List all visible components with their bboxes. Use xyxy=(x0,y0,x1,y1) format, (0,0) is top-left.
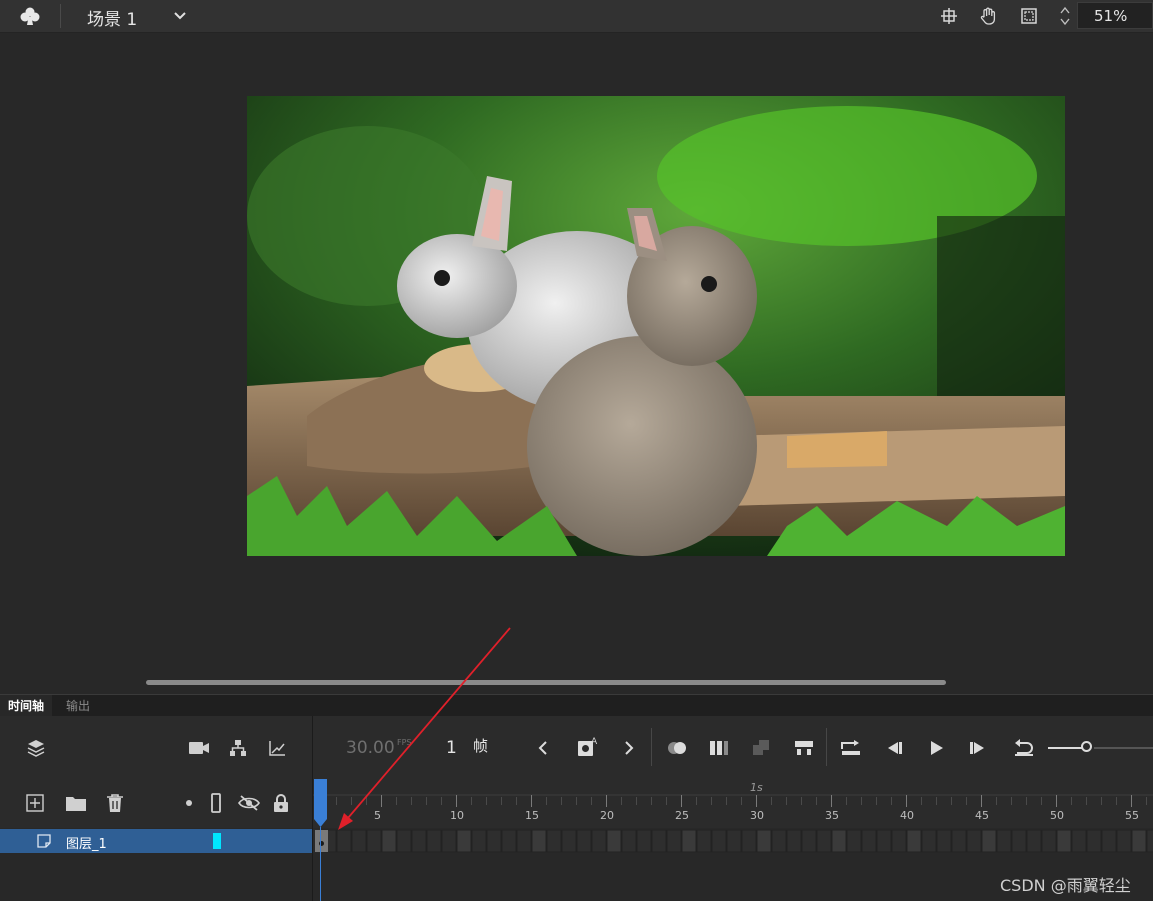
slider-track xyxy=(1094,747,1153,749)
ruler-number: 30 xyxy=(750,809,764,822)
hand-icon[interactable] xyxy=(977,4,1001,28)
divider xyxy=(60,4,61,28)
timeline-toolbar: 30.00 FPS 1 帧 A xyxy=(0,716,1153,778)
timeline-empty-area xyxy=(0,853,1153,901)
new-layer-icon[interactable] xyxy=(24,792,46,814)
step-forward-icon[interactable] xyxy=(966,737,990,759)
layer-color-swatch[interactable] xyxy=(213,833,221,849)
zoom-value: 51% xyxy=(1094,7,1128,25)
clip-icon[interactable] xyxy=(1018,5,1040,27)
tab-output[interactable]: 输出 xyxy=(58,695,98,717)
divider xyxy=(651,728,652,766)
tab-timeline[interactable]: 时间轴 xyxy=(0,695,53,717)
paste-frames-icon xyxy=(749,737,773,759)
ruler-number: 20 xyxy=(600,809,614,822)
ruler-number: 40 xyxy=(900,809,914,822)
ruler-marker-1s: 1s xyxy=(750,781,763,794)
outline-icon[interactable] xyxy=(207,792,225,814)
playhead-line xyxy=(320,827,321,901)
create-tween-icon[interactable] xyxy=(792,737,816,759)
graph-icon[interactable] xyxy=(266,737,288,759)
ruler-number: 15 xyxy=(525,809,539,822)
step-back-icon[interactable] xyxy=(882,737,906,759)
annotation-arrow xyxy=(338,627,511,830)
ruler-number: 35 xyxy=(825,809,839,822)
svg-text:A: A xyxy=(591,737,598,747)
eye-hidden-icon[interactable] xyxy=(237,792,261,814)
trash-icon[interactable] xyxy=(104,791,126,815)
ruler-number: 50 xyxy=(1050,809,1064,822)
timeline-divider xyxy=(312,716,313,901)
slider-track-filled xyxy=(1048,747,1082,749)
parenting-icon[interactable] xyxy=(227,737,249,759)
chevron-left-icon[interactable] xyxy=(533,738,553,758)
panel-tabs: 时间轴 输出 xyxy=(0,694,1153,717)
scene-label[interactable]: 场景 1 xyxy=(87,5,137,30)
onion-skin-icon[interactable] xyxy=(664,737,690,759)
slider-thumb[interactable] xyxy=(1081,741,1092,752)
ruler-number: 25 xyxy=(675,809,689,822)
zoom-field[interactable]: 51% xyxy=(1077,2,1153,29)
center-stage-icon[interactable] xyxy=(938,5,960,27)
layer-name[interactable]: 图层_1 xyxy=(66,833,107,852)
folder-icon[interactable] xyxy=(63,792,89,814)
zoom-stepper-icon[interactable] xyxy=(1056,2,1074,30)
keyframe-1[interactable] xyxy=(315,830,328,852)
chevron-down-icon[interactable] xyxy=(170,6,190,26)
club-icon[interactable] xyxy=(18,5,42,27)
layer-type-icon xyxy=(36,833,52,849)
layer-header xyxy=(0,778,312,828)
stage-image[interactable] xyxy=(247,96,1065,556)
insert-keyframe-icon[interactable]: A xyxy=(575,734,599,760)
layers-icon[interactable] xyxy=(24,736,48,760)
layer-row[interactable]: 图层_1 xyxy=(0,829,312,853)
undo-icon[interactable] xyxy=(1011,737,1037,759)
ruler-number: 45 xyxy=(975,809,989,822)
timeline-zoom-slider[interactable] xyxy=(1048,740,1153,756)
highlight-dot-icon[interactable] xyxy=(182,796,196,810)
lock-icon[interactable] xyxy=(271,791,291,815)
playhead-handle[interactable] xyxy=(314,779,327,827)
loop-icon[interactable] xyxy=(838,737,864,759)
watermark: CSDN @雨翼轻尘 xyxy=(1000,876,1131,895)
camera-icon[interactable] xyxy=(187,738,211,758)
edit-multiple-frames-icon[interactable] xyxy=(707,737,731,759)
chevron-right-icon[interactable] xyxy=(619,738,639,758)
top-bar: 场景 1 51% xyxy=(0,0,1153,33)
ruler-number: 55 xyxy=(1125,809,1139,822)
stage-horizontal-scrollbar[interactable] xyxy=(146,680,946,685)
divider xyxy=(826,728,827,766)
play-icon[interactable] xyxy=(924,737,948,759)
